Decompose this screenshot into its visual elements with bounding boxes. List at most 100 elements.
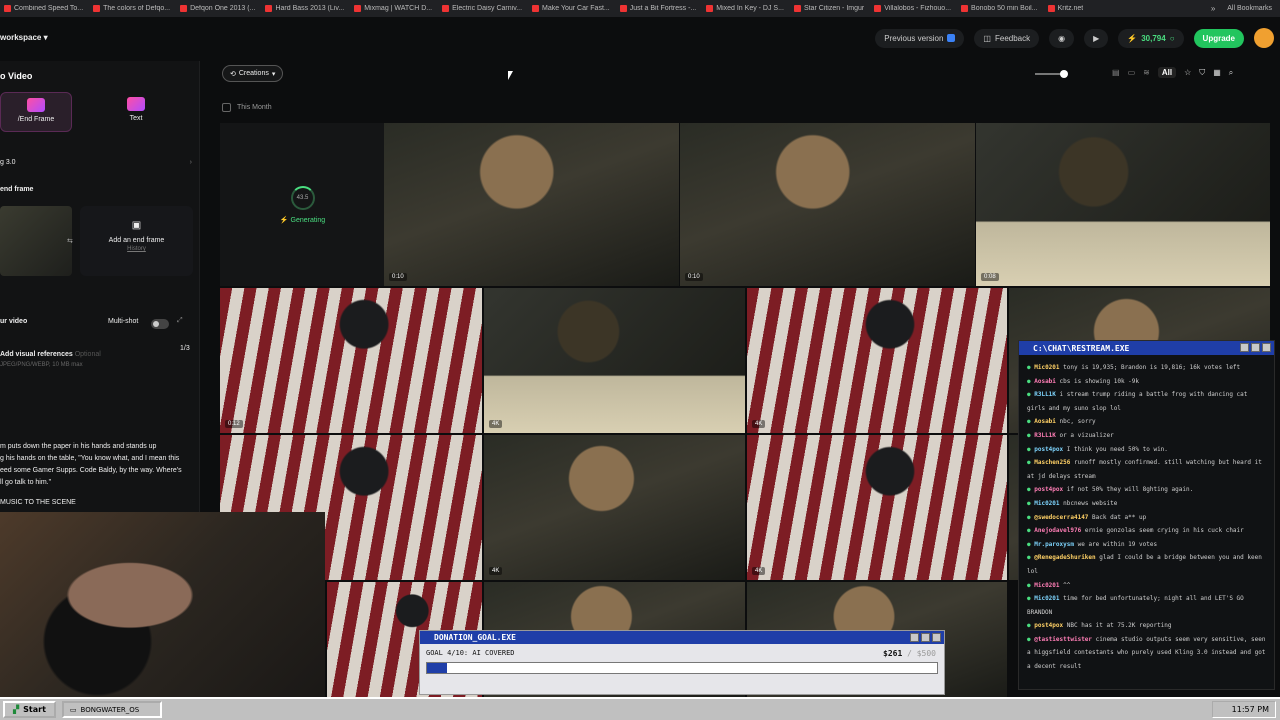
bookmark-item[interactable]: Villalobos - Fizhouo... [874,5,951,12]
chat-username: Mic0201 [1034,499,1060,507]
previous-version-label: Previous version [884,33,944,43]
month-group: This Month [222,103,272,112]
chevron-right-icon[interactable]: » [1211,4,1215,13]
video-tile[interactable]: 0:12 [220,288,482,433]
chat-title: C:\CHAT\RESTREAM.EXE [1033,343,1130,353]
credits-display[interactable]: ⚡ 30,794 ○ [1118,28,1184,48]
multishot-toggle[interactable] [151,319,169,329]
start-button[interactable]: ▞ Start [3,701,56,718]
all-bookmarks-button[interactable]: All Bookmarks [1227,5,1272,12]
bookmark-item[interactable]: Mixmag | WATCH D... [354,5,432,12]
add-visual-references[interactable]: Add visual references Optional [0,351,101,358]
workspace-label: workspace [0,33,42,42]
expand-icon[interactable]: ⤢ [177,317,183,325]
bookmark-item[interactable]: Combined Speed To... [4,5,83,12]
image-filter-icon[interactable]: ▤ [1112,68,1120,77]
donation-progress-bar [426,662,938,674]
search-icon[interactable]: ⌕ [1229,68,1233,78]
start-label: Start [23,705,46,714]
duration-badge: 0:12 [225,420,243,428]
multishot-label: Multi-shot [108,318,139,325]
bookmark-favicon-icon [442,5,450,12]
taskbar-item-label: BONGWATER_OS [80,705,140,714]
start-frame-thumbnail[interactable] [0,206,72,276]
history-link[interactable]: History [80,246,193,252]
swap-icon[interactable]: ⇆ [67,237,73,245]
close-icon[interactable] [1262,343,1271,352]
youtube-button[interactable]: ▶ [1084,28,1109,48]
previous-version-button[interactable]: Previous version [875,28,965,48]
video-tile[interactable]: 4K [747,288,1007,433]
mode-start-end-frame[interactable]: /End Frame [0,92,72,132]
chat-username: R3LL1K [1034,391,1056,399]
chat-message: ● Mic0201 time for bed unfortunately; ni… [1027,592,1266,619]
bookmark-label: Bonobo 50 min Boil... [971,5,1038,12]
checkbox-icon [947,34,956,42]
minimize-icon[interactable] [910,633,919,642]
maximize-icon[interactable] [921,633,930,642]
top-bar: workspace ▾ Previous version ◫ Feedback … [0,17,1280,61]
zoom-slider[interactable] [1035,70,1068,78]
chat-message: ● @tastiesttwister cinema studio outputs… [1027,633,1266,674]
video-tile[interactable]: 4K [747,435,1007,580]
bookmark-item[interactable]: Make Your Car Fast... [532,5,610,12]
minimize-icon[interactable] [1240,343,1249,352]
video-tile[interactable]: 0:10 [680,123,975,286]
video-tile[interactable]: 0:10 [384,123,679,286]
taskbar-item[interactable]: ▭ BONGWATER_OS [61,701,162,718]
star-icon[interactable]: ☆ [1184,68,1191,77]
chat-text: NBC has it at 75.2K reporting [1066,622,1172,630]
close-icon[interactable] [932,633,941,642]
bookmark-label: Kritz.net [1057,5,1084,12]
chat-text: or a vizualizer [1059,431,1114,439]
select-month-checkbox[interactable] [222,103,231,112]
bookmark-label: Star Citizen - Imgur [803,5,865,12]
bookmark-item[interactable]: Kritz.net [1047,5,1084,12]
taskbar: ▞ Start ▭ BONGWATER_OS 11:57 PM [0,697,1280,720]
video-tile[interactable]: 4K [484,435,745,580]
chat-text: cbs is showing 10k -9k [1059,377,1140,385]
bookmark-favicon-icon [532,5,540,12]
window-icon: ▭ [69,705,77,714]
resolution-badge: 4K [752,567,766,575]
all-filter-button[interactable]: All [1157,67,1177,78]
chat-username: Maschen256 [1034,459,1071,467]
donation-title: DONATION_GOAL.EXE [434,633,516,642]
add-end-frame-button[interactable]: ▣ Add an end frame History [80,206,193,276]
bookmark-item[interactable]: The colors of Defqo... [93,5,170,12]
bookmark-item[interactable]: Star Citizen - Imgur [793,5,865,12]
bookmark-item[interactable]: Electric Daisy Carniv... [442,5,522,12]
feedback-button[interactable]: ◫ Feedback [974,28,1040,48]
model-selector[interactable]: g 3.0 › [0,159,192,166]
prompt-line: m puts down the paper in his hands and s… [0,443,157,450]
mode-text[interactable]: Text [100,92,172,132]
bookmark-item[interactable]: Bonobo 50 min Boil... [961,5,1038,12]
bookmark-favicon-icon [706,5,714,12]
video-filter-icon[interactable]: ▭ [1128,68,1136,77]
chat-username: post4pox [1034,486,1064,494]
chat-username: Mic0201 [1034,595,1060,603]
bookmark-item[interactable]: Defqon One 2013 (... [180,5,255,12]
bookmark-item[interactable]: Just a Bit Fortress -... [619,5,696,12]
chevron-down-icon: ▾ [43,33,48,42]
bookmark-label: Mixmag | WATCH D... [364,5,433,12]
upgrade-button[interactable]: Upgrade [1193,28,1244,48]
chevron-down-icon: ▾ [271,70,276,78]
filter-icon[interactable]: ⛉ [1199,68,1205,78]
avatar[interactable] [1254,28,1274,48]
prompt-text[interactable]: m puts down the paper in his hands and s… [0,441,195,489]
prompt-line: ll go talk to him." [0,479,52,486]
bookmark-item[interactable]: Hard Bass 2013 (Liv... [265,5,344,12]
video-tile[interactable]: 0:08 [976,123,1270,286]
maximize-icon[interactable] [1251,343,1260,352]
workspace-selector[interactable]: workspace ▾ [0,33,48,42]
audio-filter-icon[interactable]: ≋ [1143,68,1150,77]
bookmark-item[interactable]: Mixed In Key - DJ S... [706,5,784,12]
chat-username: Mic0201 [1034,581,1060,589]
video-tile[interactable]: 4K [484,288,745,433]
grid-icon[interactable]: ▦ [1213,68,1221,77]
creations-dropdown[interactable]: ⟲ Creations ▾ [222,65,284,82]
webcam-overlay [0,512,325,697]
discord-button[interactable]: ◉ [1049,28,1075,48]
chat-username: Aosabi [1034,377,1056,385]
